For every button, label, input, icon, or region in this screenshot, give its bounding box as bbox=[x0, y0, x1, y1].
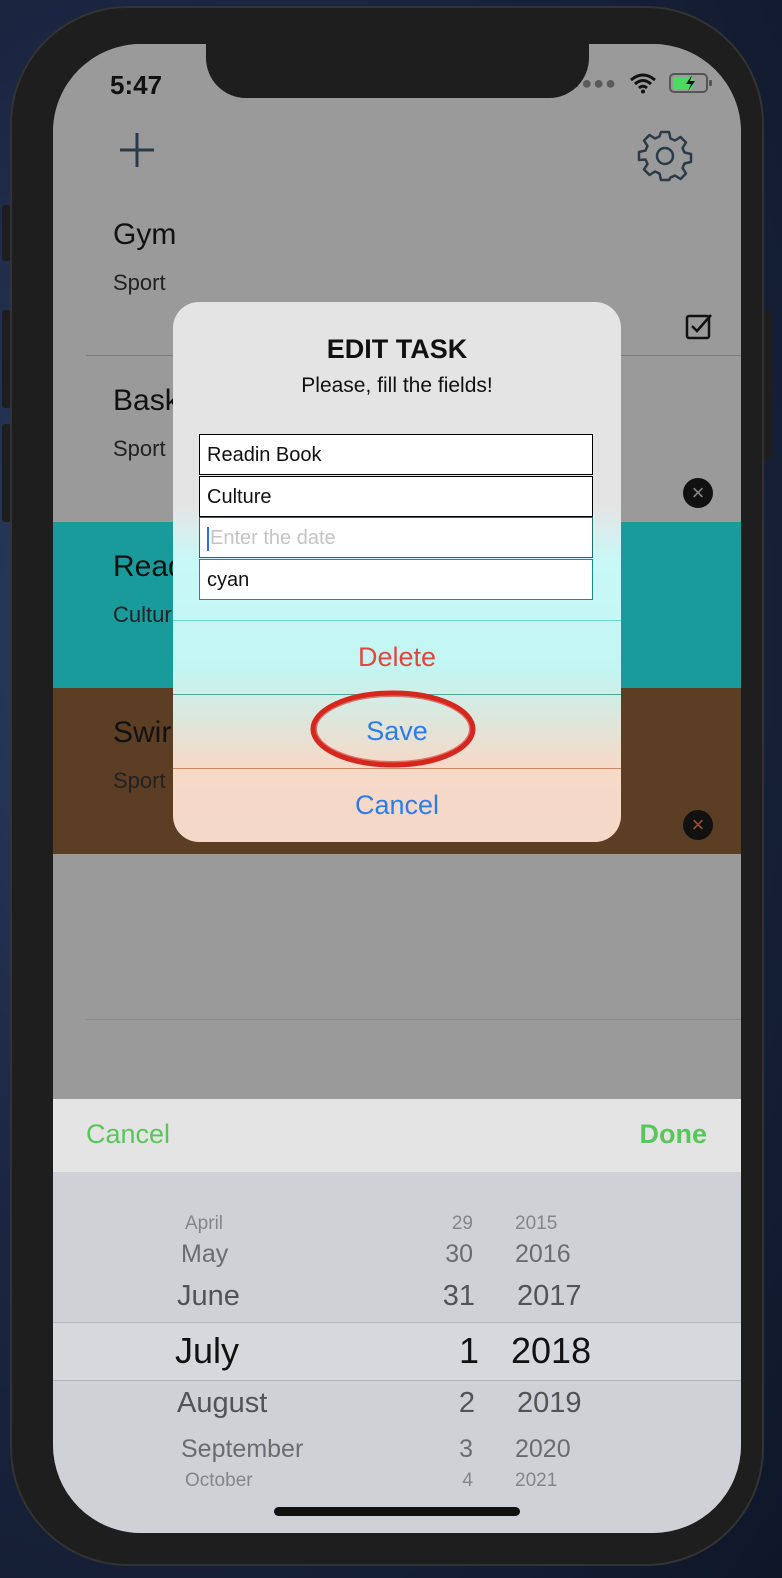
delete-button[interactable]: Delete bbox=[173, 620, 621, 694]
app-screen: 5:47 ●●●● Gym Sport Bask Sport × Read Cu… bbox=[53, 44, 741, 1533]
picker-year-selected[interactable]: 2018 bbox=[511, 1330, 591, 1372]
phone-frame: 5:47 ●●●● Gym Sport Bask Sport × Read Cu… bbox=[10, 6, 764, 1566]
task-category-field[interactable]: Culture bbox=[199, 476, 593, 517]
picker-year[interactable]: 2021 bbox=[515, 1470, 557, 1492]
plus-icon[interactable] bbox=[119, 132, 155, 168]
picker-year[interactable]: 2019 bbox=[517, 1387, 582, 1420]
picker-day[interactable]: 4 bbox=[433, 1470, 473, 1492]
picker-month[interactable]: October bbox=[185, 1470, 253, 1492]
delete-x-icon[interactable]: × bbox=[683, 478, 713, 508]
task-title: Gym bbox=[113, 218, 177, 251]
edit-task-dialog: EDIT TASK Please, fill the fields! Readi… bbox=[173, 302, 621, 842]
task-category: Sport bbox=[113, 768, 166, 793]
dialog-title: EDIT TASK bbox=[326, 334, 468, 364]
delete-x-icon[interactable]: × bbox=[683, 810, 713, 840]
picker-cancel-button[interactable]: Cancel bbox=[86, 1119, 170, 1150]
highlight-circle bbox=[310, 690, 476, 768]
picker-year[interactable]: 2016 bbox=[515, 1240, 571, 1269]
checkbox-icon[interactable] bbox=[685, 312, 713, 340]
task-title: Swir bbox=[113, 716, 172, 749]
date-placeholder: Enter the date bbox=[210, 527, 336, 549]
home-indicator[interactable] bbox=[274, 1507, 520, 1516]
text-cursor bbox=[207, 526, 209, 551]
task-category: Sport bbox=[113, 436, 166, 461]
battery-icon bbox=[669, 73, 712, 93]
picker-month[interactable]: May bbox=[181, 1240, 228, 1269]
empty-row-separator bbox=[86, 1019, 741, 1020]
picker-day[interactable]: 3 bbox=[429, 1435, 473, 1464]
dialog-cancel-button[interactable]: Cancel bbox=[173, 768, 621, 842]
task-name-field[interactable]: Readin Book bbox=[199, 434, 593, 475]
status-icons: ●●●● bbox=[570, 72, 714, 94]
status-time: 5:47 bbox=[110, 70, 163, 100]
picker-year[interactable]: 2015 bbox=[515, 1213, 557, 1235]
picker-month[interactable]: June bbox=[177, 1280, 240, 1313]
selection-band bbox=[53, 1322, 741, 1381]
picker-day[interactable]: 29 bbox=[433, 1213, 473, 1235]
picker-year[interactable]: 2020 bbox=[515, 1435, 571, 1464]
picker-day[interactable]: 31 bbox=[429, 1280, 475, 1313]
picker-month[interactable]: September bbox=[181, 1435, 303, 1464]
picker-toolbar: Cancel Done bbox=[53, 1099, 741, 1172]
task-color-field[interactable]: cyan bbox=[199, 559, 593, 600]
picker-done-button[interactable]: Done bbox=[640, 1119, 708, 1150]
picker-day-selected[interactable]: 1 bbox=[429, 1330, 479, 1372]
date-picker[interactable]: April May June July August September Oct… bbox=[53, 1172, 741, 1533]
wifi-icon bbox=[630, 73, 656, 94]
picker-month[interactable]: April bbox=[185, 1213, 223, 1235]
picker-month[interactable]: August bbox=[177, 1387, 267, 1420]
notch bbox=[206, 44, 589, 98]
task-title: Bask bbox=[113, 384, 180, 417]
picker-day[interactable]: 2 bbox=[429, 1387, 475, 1420]
gear-icon[interactable] bbox=[637, 128, 693, 184]
dialog-subtitle: Please, fill the fields! bbox=[301, 374, 493, 397]
picker-month-selected[interactable]: July bbox=[175, 1330, 239, 1372]
task-date-field[interactable]: Enter the date bbox=[199, 517, 593, 558]
task-category: Sport bbox=[113, 270, 166, 295]
picker-year[interactable]: 2017 bbox=[517, 1280, 582, 1313]
picker-day[interactable]: 30 bbox=[429, 1240, 473, 1269]
task-category: Cultur bbox=[113, 602, 172, 627]
